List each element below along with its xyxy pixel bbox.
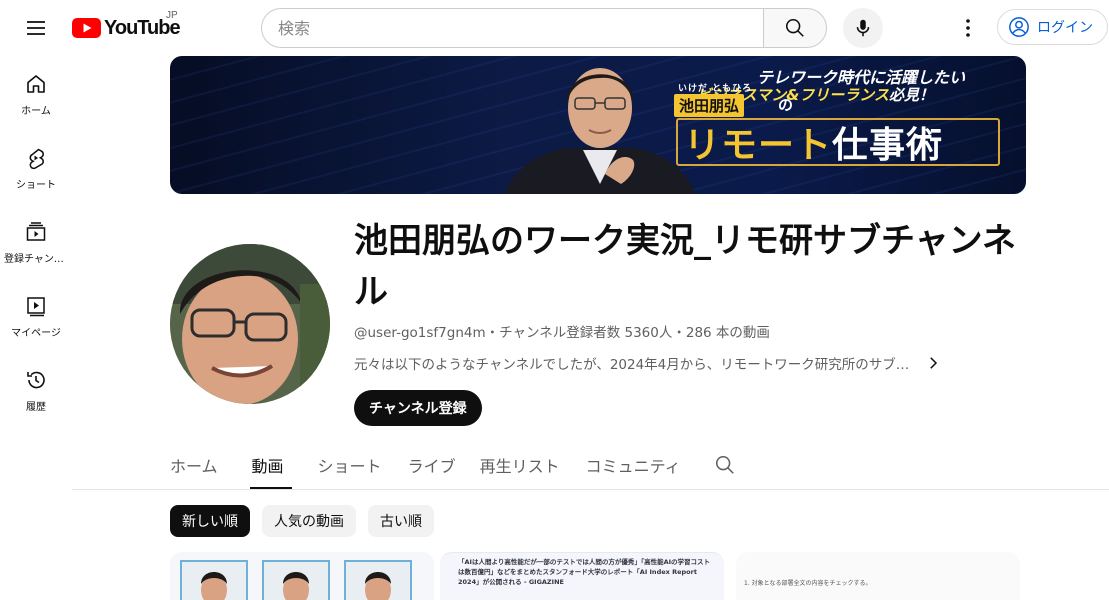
microphone-icon (856, 19, 870, 37)
chip-popular[interactable]: 人気の動画 (262, 505, 356, 537)
search-input[interactable] (261, 8, 763, 48)
login-button[interactable]: ログイン (997, 9, 1108, 45)
banner-audience-suffix: 必見！ (888, 86, 934, 104)
search-icon (785, 18, 804, 37)
sidebar-item-label: マイページ (11, 328, 61, 339)
banner-name-ruby: いけだ ともひろ (678, 84, 753, 94)
channel-description-text: 元々は以下のようなチャンネルでしたが、2024年4月から、リモートワーク研究所の… (354, 357, 910, 373)
chip-newest[interactable]: 新しい順 (170, 505, 250, 537)
tab-playlists[interactable]: 再生リスト (480, 441, 560, 489)
banner-title: リモート 仕事術 (676, 118, 1000, 166)
tab-live[interactable]: ライブ (408, 441, 456, 489)
sidebar-item-you[interactable]: マイページ (0, 278, 72, 352)
sidebar-item-home[interactable]: ホーム (0, 56, 72, 130)
sidebar-item-history[interactable]: 履歴 (0, 352, 72, 426)
tabs-divider (72, 489, 1109, 490)
hamburger-menu-icon (27, 21, 45, 35)
avatar-photo (170, 244, 330, 404)
sort-chips: 新しい順 人気の動画 古い順 (170, 505, 434, 537)
more-vertical-icon (966, 19, 970, 37)
thumbnail-person-frame (262, 560, 330, 600)
sidebar-item-label: 登録チャンネル (4, 254, 68, 265)
home-icon (27, 75, 45, 93)
banner-name: 池田朋弘 (674, 94, 745, 117)
banner-person-illustration (505, 68, 695, 194)
region-code: JP (166, 10, 178, 21)
chip-oldest[interactable]: 古い順 (368, 505, 434, 537)
sidebar-item-subscriptions[interactable]: 登録チャンネル (0, 204, 72, 278)
thumbnail-person-frame (344, 560, 412, 600)
search-button[interactable] (763, 8, 827, 48)
thumbnail-caption: 「AIは人間より高性能だが一部のテストでは人間の方が優秀」「高性能AIの学習コス… (458, 558, 711, 586)
youtube-play-logo-icon (72, 18, 101, 38)
tab-search-button[interactable] (705, 441, 745, 489)
video-thumbnail[interactable] (170, 552, 434, 600)
shorts-icon (29, 148, 44, 170)
tab-shorts[interactable]: ショート (318, 441, 382, 489)
video-thumbnail[interactable]: 「AIは人間より高性能だが一部のテストでは人間の方が優秀」「高性能AIの学習コス… (440, 552, 724, 600)
chevron-right-icon (923, 353, 943, 373)
tab-community[interactable]: コミュニティ (586, 441, 681, 489)
settings-more-button[interactable] (948, 8, 988, 48)
thumbnail-caption: 1. 対象となる部署全文の内容をチェックする。 (744, 580, 872, 587)
subscriptions-icon (26, 222, 46, 241)
sidebar-item-label: 履歴 (26, 402, 46, 413)
sidebar-item-label: ホーム (21, 106, 51, 117)
search-bar (261, 8, 827, 48)
banner-particle: の (778, 96, 794, 114)
youtube-logo[interactable]: YouTube JP (72, 10, 181, 42)
library-icon (27, 297, 45, 317)
channel-name: 池田朋弘のワーク実況_リモ研サブチャンネル (354, 221, 1016, 312)
banner-title-highlight: リモート (684, 125, 833, 166)
channel-avatar (170, 244, 330, 404)
account-circle-icon (1009, 17, 1029, 37)
mini-guide-sidebar: ホーム ショート 登録チャンネル マイページ 履歴 (0, 56, 72, 426)
subscribe-button[interactable]: チャンネル登録 (354, 390, 482, 426)
search-icon (715, 455, 734, 474)
sidebar-item-label: ショート (16, 180, 56, 191)
login-label: ログイン (1037, 20, 1093, 36)
thumbnail-person-frame (180, 560, 248, 600)
channel-banner: テレワーク時代に活躍したい ビジネスマン&フリーランス必見！ いけだ ともひろ … (170, 56, 1026, 194)
tab-videos[interactable]: 動画 (249, 441, 292, 489)
top-bar: YouTube JP ログイン (0, 0, 1109, 56)
history-icon (27, 371, 45, 389)
channel-tabs: ホーム 動画 ショート ライブ 再生リスト コミュニティ (170, 441, 745, 489)
tab-home[interactable]: ホーム (170, 441, 218, 489)
sidebar-item-shorts[interactable]: ショート (0, 130, 72, 204)
channel-description[interactable]: 元々は以下のようなチャンネルでしたが、2024年4月から、リモートワーク研究所の… (354, 353, 954, 373)
voice-search-button[interactable] (843, 8, 883, 48)
menu-button[interactable] (16, 8, 56, 48)
channel-meta: @user-go1sf7gn4m・チャンネル登録者数 5360人・286 本の動… (354, 325, 770, 341)
video-thumbnail[interactable]: 1. 対象となる部署全文の内容をチェックする。 (736, 552, 1020, 600)
banner-title-rest: 仕事術 (832, 125, 944, 166)
